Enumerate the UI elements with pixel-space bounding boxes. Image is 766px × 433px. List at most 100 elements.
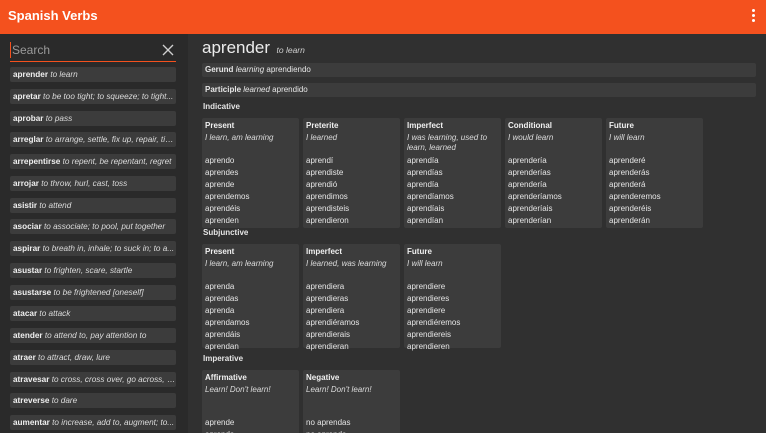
tense-name: Conditional <box>508 121 552 130</box>
verb-list-item[interactable]: atraer to attract, draw, lure <box>10 349 176 365</box>
verb-meaning: to arrange, settle, fix up, repair, tid.… <box>45 135 176 145</box>
conjugation-form: aprendían <box>407 216 444 225</box>
tense-card-imperative-affirmative: Affirmative Learn! Don't learn! aprendeapr… <box>202 370 299 433</box>
verb-list-item[interactable]: aspirar to breath in, inhale; to suck in… <box>10 241 176 256</box>
verb-infinitive: arrojar <box>13 178 39 188</box>
conjugation-form: aprendieron <box>306 216 349 225</box>
tense-meaning: Learn! Don't learn! <box>205 385 271 394</box>
conjugation-form: aprendiera <box>306 282 345 291</box>
conjugation-form: aprendiéramos <box>306 318 360 327</box>
verb-list-item[interactable]: atreverse to dare <box>10 393 176 409</box>
conjugation-form: aprenderé <box>609 156 646 165</box>
conjugation-form: aprendimos <box>306 192 348 201</box>
conjugation-form: aprendíais <box>407 204 445 213</box>
tense-card-subjunctive-imperfect: Imperfect I learned, was learning aprendie… <box>303 244 400 351</box>
conjugation-form: aprendieras <box>306 294 349 303</box>
conjugation-forms: aprende aprenda <box>205 417 234 433</box>
conjugation-form: aprendierais <box>306 330 351 339</box>
conjugation-forms: aprenderé aprenderás aprenderá aprenderemos… <box>609 155 661 227</box>
verb-infinitive: asociar <box>13 222 42 232</box>
conjugation-form: aprenderá <box>609 180 646 189</box>
verb-meaning: to be frightened [oneself] <box>53 287 144 297</box>
tense-meaning: I will learn <box>609 133 645 142</box>
verb-list-item[interactable]: atender to attend to, pay attention to <box>10 328 176 343</box>
tense-name: Present <box>205 121 235 130</box>
verb-list-item[interactable]: arrepentirse to repent, be repentant, re… <box>10 154 176 169</box>
conjugation-forms: aprenda aprendas aprenda aprendamos aprendái… <box>205 281 249 353</box>
conjugation-forms: no aprendas no aprenda <box>306 417 350 433</box>
verb-list-item[interactable]: arreglar to arrange, settle, fix up, rep… <box>10 132 176 148</box>
verb-meaning: to dare <box>51 396 78 406</box>
verb-list-item[interactable]: arrojar to throw, hurl, cast, toss <box>10 175 176 191</box>
conjugation-form: aprenderías <box>508 168 551 177</box>
conjugation-form: no aprenda <box>306 429 350 433</box>
conjugation-form: aprenderán <box>609 216 650 225</box>
indicative-grid: Present I learn, am learning aprendo aprend… <box>202 118 707 228</box>
conjugation-form: aprendiere <box>407 282 446 291</box>
tense-meaning: I would learn <box>508 133 554 142</box>
gerund-form: aprendiendo <box>266 65 311 74</box>
tense-name: Affirmative <box>205 373 247 382</box>
conjugation-form: aprendió <box>306 180 338 189</box>
verb-infinitive: aprender <box>13 70 49 79</box>
verb-list-item[interactable]: atacar to attack <box>10 306 176 322</box>
verb-list-item[interactable]: asociar to associate; to pool, put toget… <box>10 219 176 235</box>
conjugation-form: aprendemos <box>205 192 250 201</box>
verb-list-item[interactable]: aprender to learn <box>10 67 176 82</box>
tense-name: Imperfect <box>407 121 444 130</box>
tense-card-indicative-future: Future I will learn aprenderé aprenderás apr… <box>606 118 703 228</box>
verb-infinitive: arrepentirse <box>13 157 61 166</box>
tense-card-indicative-preterite: Preterite I learned aprendí aprendiste apren… <box>303 118 400 228</box>
verb-list-item[interactable]: aprobar to pass <box>10 110 176 126</box>
verb-meaning: to breath in, inhale; to suck in; to a..… <box>42 244 175 253</box>
verb-infinitive: aumentar <box>13 418 50 427</box>
tense-card-indicative-present: Present I learn, am learning aprendo aprend… <box>202 118 299 228</box>
verb-list-item[interactable]: asustarse to be frightened [oneself] <box>10 284 176 300</box>
conjugation-forms: aprendía aprendías aprendía aprendíamos apre… <box>407 155 454 227</box>
tense-meaning: I was learning, used to learn, learned <box>407 133 488 152</box>
tense-card-subjunctive-present: Present I learn, am learning aprenda aprend… <box>202 244 299 351</box>
conjugation-form: aprendía <box>407 180 439 189</box>
verb-list-item[interactable]: atravesar to cross, cross over, go acros… <box>10 371 176 387</box>
more-vert-icon[interactable] <box>748 8 758 24</box>
conjugation-form: aprendieres <box>407 294 450 303</box>
verb-infinitive: aprobar <box>13 113 44 123</box>
tense-meaning: Learn! Don't learn! <box>306 385 372 394</box>
verb-list-item[interactable]: apretar to be too tight; to squeeze; to … <box>10 88 176 104</box>
verb-list-item[interactable]: asustar to frighten, scare, startle <box>10 262 176 278</box>
verb-infinitive: asustarse <box>13 287 52 297</box>
conjugation-form: aprendiere <box>407 306 446 315</box>
conjugation-forms: aprendí aprendiste aprendió aprendimos apren… <box>306 155 349 227</box>
conjugation-form: aprendí <box>306 156 334 165</box>
conjugation-forms: aprendiere aprendieres aprendiere aprendiér… <box>407 281 460 353</box>
conjugation-form: aprenda <box>205 429 234 433</box>
conjugation-form: aprendéis <box>205 204 241 213</box>
indicative-heading: Indicative <box>203 102 240 111</box>
imperative-grid: Affirmative Learn! Don't learn! aprendeapr… <box>202 370 404 433</box>
conjugation-form: aprenderíais <box>508 204 553 213</box>
verb-meaning: to attack <box>39 309 71 319</box>
conjugation-form: aprendieran <box>306 342 349 351</box>
verb-meaning: to frighten, scare, startle <box>44 265 133 275</box>
close-icon[interactable] <box>162 44 174 56</box>
verb-infinitive: atreverse <box>13 396 50 406</box>
verb-infinitive: arreglar <box>13 135 44 145</box>
app-title: Spanish Verbs <box>8 8 98 23</box>
search-input[interactable] <box>12 41 152 59</box>
conjugation-forms: aprendería aprenderías aprendería aprenderí… <box>508 155 562 227</box>
app-bar: Spanish Verbs <box>0 0 766 34</box>
participle-meaning: learned <box>243 85 270 94</box>
conjugation-form: aprenderás <box>609 168 650 177</box>
conjugation-form: aprendáis <box>205 330 241 339</box>
conjugation-form: aprenden <box>205 216 239 225</box>
verb-infinitive: atacar <box>13 309 38 319</box>
tense-meaning: I learn, am learning <box>205 259 274 268</box>
conjugation-form: aprendiereis <box>407 330 452 339</box>
verb-list-item[interactable]: aumentar to increase, add to, augment; t… <box>10 415 176 430</box>
conjugation-form: aprendamos <box>205 318 250 327</box>
verb-infinitive: atraer <box>13 352 36 362</box>
verb-list-item[interactable]: asistir to attend <box>10 197 176 213</box>
conjugation-form: aprendes <box>205 168 239 177</box>
verb-meaning: to pass <box>45 113 73 123</box>
participle-label: Participle <box>205 85 242 94</box>
